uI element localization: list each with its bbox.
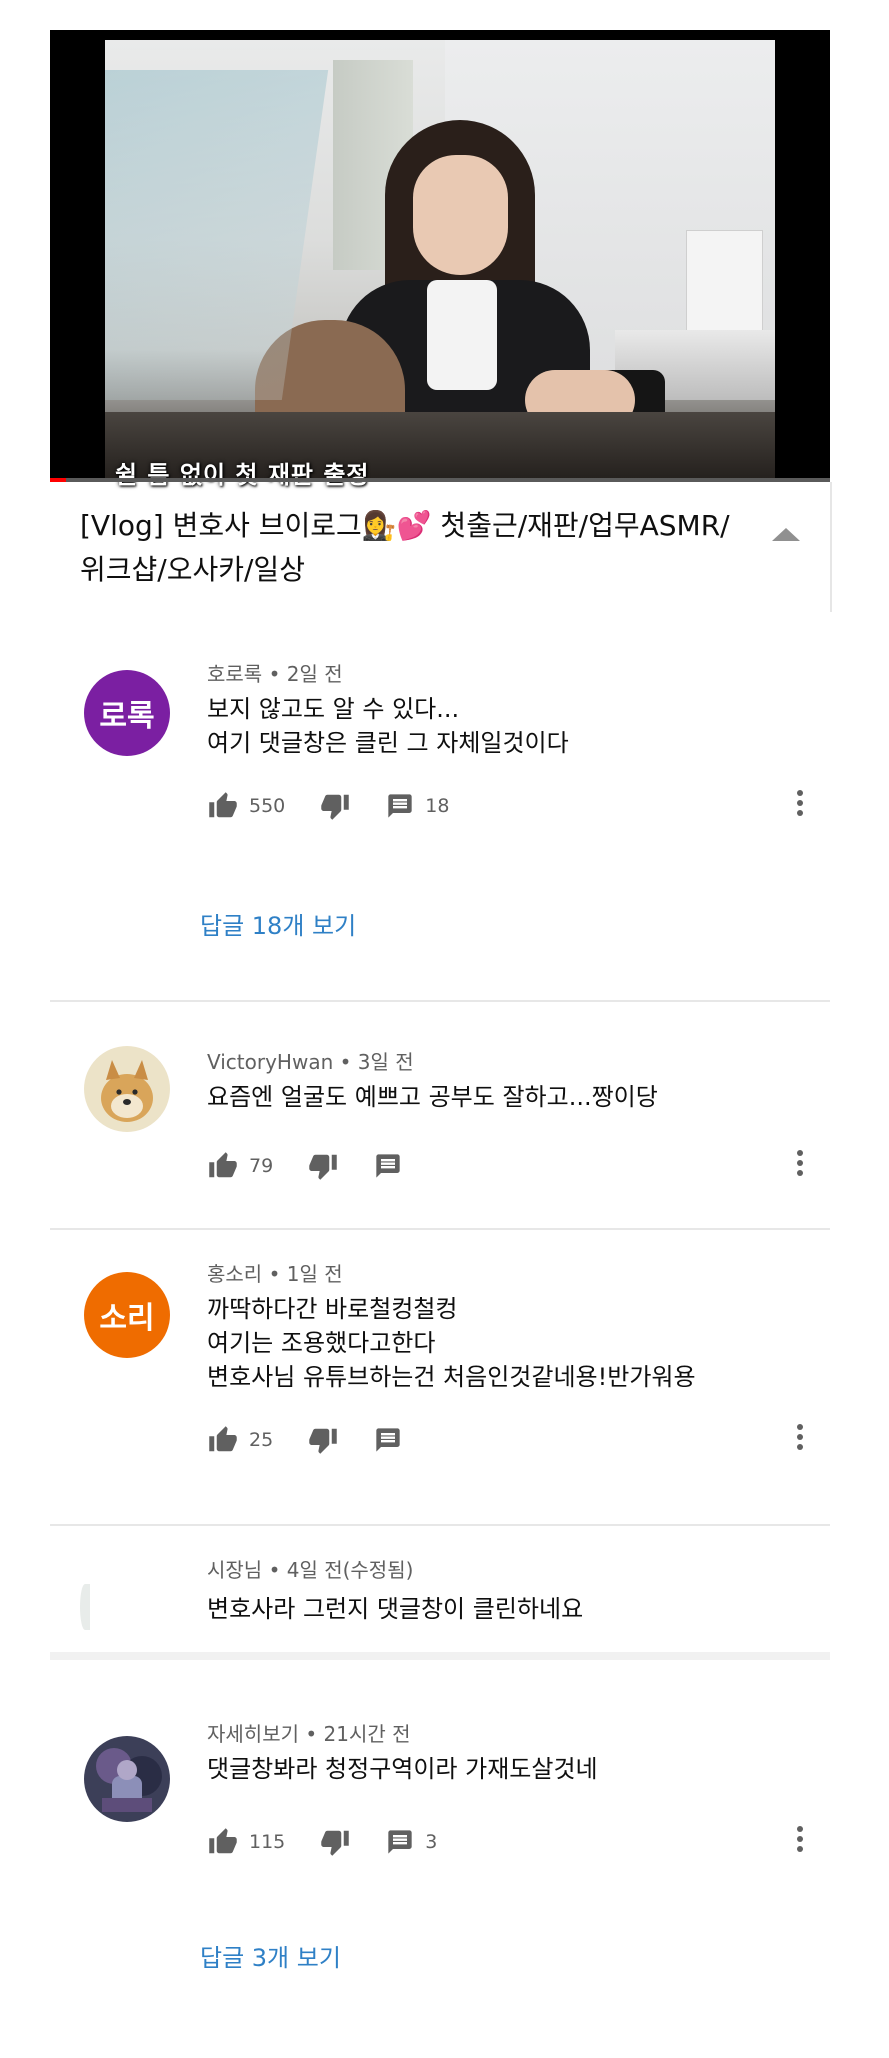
comment-item: 시장님 • 4일 전(수정됨) 변호사라 그런지 댓글창이 클린하네요 — [50, 1544, 830, 1664]
like-count: 79 — [249, 1155, 274, 1177]
video-player[interactable]: 쉴 틈 없이 첫 재판 출정 — [50, 30, 830, 489]
video-scene-person-face — [413, 155, 508, 275]
avatar-initials: 소리 — [99, 1301, 155, 1336]
character-avatar-image — [84, 1736, 170, 1822]
comment-author[interactable]: 홍소리 — [207, 1262, 262, 1286]
dislike-button[interactable] — [307, 1425, 339, 1455]
meta-separator: • — [305, 1722, 318, 1746]
comment-actions: 79 — [207, 1146, 807, 1186]
comment-time: 21시간 전 — [323, 1722, 411, 1746]
comment-time: 2일 전 — [286, 662, 343, 686]
meta-separator: • — [268, 662, 281, 686]
like-button[interactable]: 79 — [207, 1151, 273, 1181]
comment-divider — [50, 1228, 830, 1230]
thumbs-down-icon — [319, 791, 351, 821]
like-count: 550 — [249, 795, 286, 817]
comment-time: 3일 전 — [357, 1050, 414, 1074]
comment-meta: 호로록 • 2일 전 — [207, 658, 343, 687]
video-thumbnail[interactable] — [105, 40, 775, 482]
comment-divider — [50, 1524, 830, 1526]
comment-text: 변호사라 그런지 댓글창이 클린하네요 — [207, 1595, 584, 1623]
video-title[interactable]: [Vlog] 변호사 브이로그👩‍⚖️💕 첫출근/재판/업무ASMR/위크샵/오… — [80, 504, 740, 592]
comment-text: 까딱하다간 바로철컹철컹 여기는 조용했다고한다 변호사님 유튜브하는건 처음인… — [207, 1295, 696, 1391]
like-button[interactable]: 25 — [207, 1425, 273, 1455]
avatar[interactable] — [84, 1736, 170, 1822]
more-vert-icon[interactable] — [790, 786, 810, 826]
view-replies-link[interactable]: 답글 18개 보기 — [200, 906, 356, 941]
like-button[interactable]: 550 — [207, 791, 285, 821]
like-count: 115 — [249, 1831, 286, 1853]
thumbs-down-icon — [307, 1151, 339, 1181]
comment-author[interactable]: 시장님 — [207, 1558, 262, 1582]
comment-time: 4일 전(수정됨) — [286, 1558, 414, 1582]
meta-separator: • — [268, 1558, 281, 1582]
reply-count: 3 — [425, 1831, 438, 1853]
video-scene-person-shirt — [427, 280, 497, 390]
comment-text: 요즘엔 얼굴도 예쁘고 공부도 잘하고...짱이당 — [207, 1083, 658, 1111]
comment-bubble-icon — [385, 1828, 415, 1856]
comment-bubble-icon — [373, 1426, 403, 1454]
dislike-button[interactable] — [319, 791, 351, 821]
dog-avatar-image — [84, 1046, 170, 1132]
chevron-up-icon[interactable] — [772, 528, 800, 541]
meta-separator: • — [339, 1050, 352, 1074]
video-title-section: [Vlog] 변호사 브이로그👩‍⚖️💕 첫출근/재판/업무ASMR/위크샵/오… — [50, 482, 832, 612]
comment-meta: 홍소리 • 1일 전 — [207, 1258, 343, 1287]
avatar-initials: 로록 — [99, 699, 155, 734]
comment-item: VictoryHwan • 3일 전 요즘엔 얼굴도 예쁘고 공부도 잘하고..… — [50, 1020, 830, 1220]
comment-bubble-icon — [385, 792, 415, 820]
comment-item: 소리 홍소리 • 1일 전 까딱하다간 바로철컹철컹 여기는 조용했다고한다 변… — [50, 1248, 830, 1508]
more-vert-icon[interactable] — [790, 1822, 810, 1862]
more-vert-icon[interactable] — [790, 1420, 810, 1460]
comment-item: 로록 호로록 • 2일 전 보지 않고도 알 수 있다... 여기 댓글창은 클… — [50, 648, 830, 968]
comment-actions: 115 3 — [207, 1822, 807, 1862]
reply-count: 18 — [425, 795, 450, 817]
comment-meta: VictoryHwan • 3일 전 — [207, 1046, 414, 1075]
comment-author[interactable]: 호로록 — [207, 662, 262, 686]
dislike-button[interactable] — [307, 1151, 339, 1181]
meta-separator: • — [268, 1262, 281, 1286]
comment-author[interactable]: VictoryHwan — [207, 1050, 333, 1074]
like-count: 25 — [249, 1429, 274, 1451]
comment-bubble-icon — [373, 1152, 403, 1180]
view-replies-link[interactable]: 답글 3개 보기 — [200, 1938, 341, 1973]
thumbs-down-icon — [307, 1425, 339, 1455]
avatar[interactable]: 소리 — [84, 1272, 170, 1358]
comment-item: 자세히보기 • 21시간 전 댓글창봐라 청정구역이라 가재도살것네 115 3… — [50, 1708, 830, 2008]
comment-actions: 550 18 — [207, 786, 807, 826]
comment-divider — [50, 1000, 830, 1002]
comment-text: 보지 않고도 알 수 있다... 여기 댓글창은 클린 그 자체일것이다 — [207, 695, 569, 757]
comment-meta: 자세히보기 • 21시간 전 — [207, 1718, 411, 1747]
comment-divider — [50, 1652, 830, 1660]
thumbs-up-icon — [207, 1425, 239, 1455]
comment-author[interactable]: 자세히보기 — [207, 1722, 299, 1746]
thumbs-up-icon — [207, 1151, 239, 1181]
like-button[interactable]: 115 — [207, 1827, 285, 1857]
reply-button[interactable]: 3 — [385, 1828, 437, 1856]
reply-button[interactable]: 18 — [385, 792, 449, 820]
avatar[interactable]: 로록 — [84, 670, 170, 756]
thumbs-down-icon — [319, 1827, 351, 1857]
dislike-button[interactable] — [319, 1827, 351, 1857]
avatar[interactable] — [84, 1046, 170, 1132]
comment-text: 댓글창봐라 청정구역이라 가재도살것네 — [207, 1755, 598, 1783]
video-scene-calendar — [686, 230, 763, 342]
reply-button[interactable] — [373, 1152, 403, 1180]
thumbs-up-icon — [207, 1827, 239, 1857]
avatar[interactable] — [80, 1584, 90, 1630]
reply-button[interactable] — [373, 1426, 403, 1454]
more-vert-icon[interactable] — [790, 1146, 810, 1186]
comment-actions: 25 — [207, 1420, 807, 1460]
comment-meta: 시장님 • 4일 전(수정됨) — [207, 1554, 413, 1583]
thumbs-up-icon — [207, 791, 239, 821]
comment-time: 1일 전 — [286, 1262, 343, 1286]
